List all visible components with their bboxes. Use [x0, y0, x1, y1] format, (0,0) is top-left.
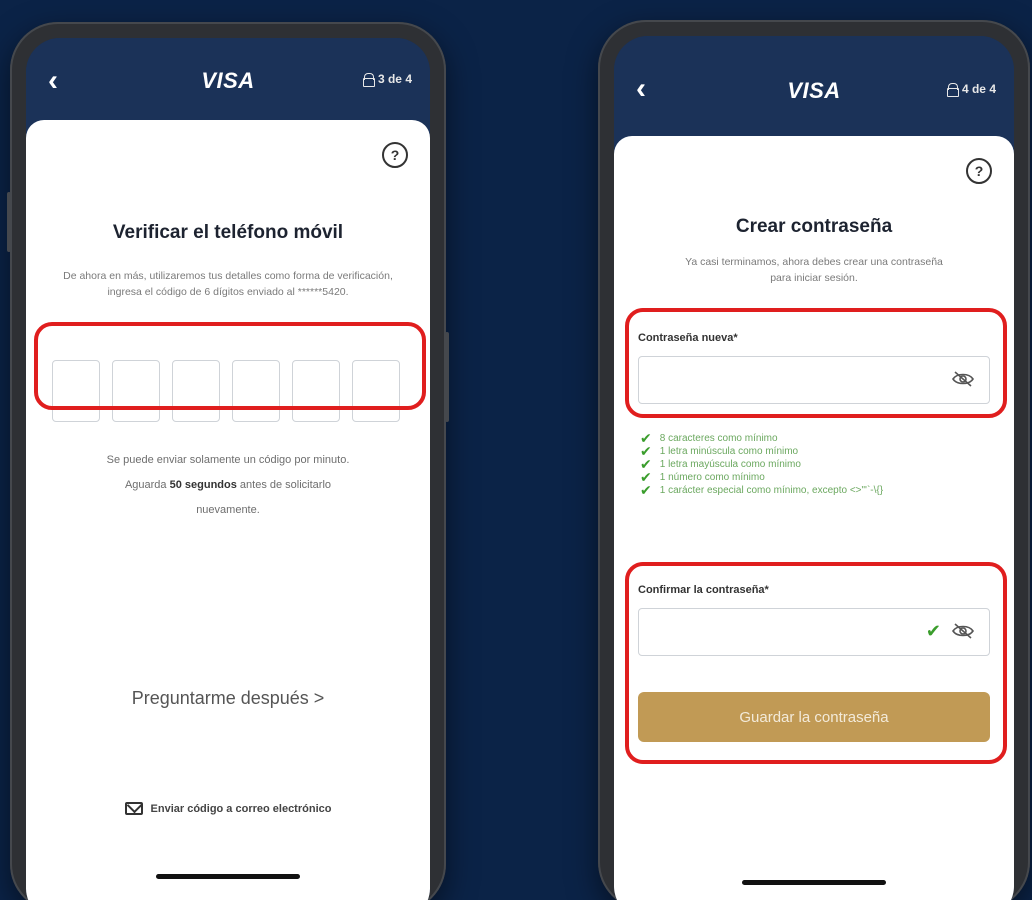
page-description: De ahora en más, utilizaremos tus detall…: [63, 270, 393, 298]
password-rule-text: 1 carácter especial como mínimo, excepto…: [659, 485, 884, 496]
home-indicator: [742, 880, 886, 885]
phone-verify-mobile: ‹ VISA 3 de 4 ? Verificar el teléfono mó…: [7, 22, 449, 900]
password-rule: ✔ 1 letra mayúscula como mínimo: [640, 457, 994, 471]
home-indicator: [156, 874, 300, 879]
password-rule: ✔ 8 caracteres como mínimo: [640, 431, 994, 445]
password-rule-text: 1 número como mínimo: [659, 472, 765, 483]
side-button: [445, 332, 449, 422]
password-rule: ✔ 1 carácter especial como mínimo, except…: [640, 482, 994, 498]
step-indicator: 3 de 4: [362, 72, 412, 87]
step-text: 3 de 4: [377, 72, 412, 86]
lock-icon: [362, 73, 375, 87]
help-icon[interactable]: ?: [966, 158, 992, 184]
password-rules-list: ✔ 8 caracteres como mínimo ✔ 1 letra minús…: [640, 431, 994, 498]
page-title: Verificar el teléfono móvil: [112, 222, 344, 243]
lock-icon: [946, 83, 959, 97]
step-indicator: 4 de 4: [946, 82, 996, 97]
send-email-code-link[interactable]: Enviar código a correo electrónico: [26, 802, 430, 815]
page-title: Crear contraseña: [735, 216, 893, 237]
content-card: ? Crear contraseña Ya casi terminamos, a…: [614, 136, 1014, 900]
highlight-new-password: [625, 308, 1007, 418]
screen: ‹ VISA 4 de 4 ? Crear contraseña Ya casi…: [614, 36, 1014, 900]
resend-note: Se puede enviar solamente un código por …: [104, 448, 352, 523]
help-icon[interactable]: ?: [382, 142, 408, 168]
password-rule-text: 1 letra mayúscula como mínimo: [659, 459, 801, 470]
ask-later-link[interactable]: Preguntarme después >: [26, 688, 430, 709]
password-rule-text: 8 caracteres como mínimo: [659, 433, 778, 444]
password-rule-text: 1 letra minúscula como mínimo: [659, 446, 799, 457]
step-text: 4 de 4: [961, 82, 996, 96]
resend-countdown: 50 segundos: [169, 479, 237, 491]
password-rule: ✔ 1 letra minúscula como mínimo: [640, 444, 994, 458]
password-rule: ✔ 1 número como mínimo: [640, 470, 994, 484]
page-description: Ya casi terminamos, ahora debes crear un…: [685, 256, 943, 284]
app-bar: ‹ VISA 4 de 4: [614, 36, 1014, 136]
side-button: [7, 192, 11, 252]
send-email-code-label: Enviar código a correo electrónico: [150, 802, 332, 815]
highlight-otp-inputs: [34, 322, 426, 410]
checkmark-icon: ✔: [640, 482, 652, 498]
mail-icon: [124, 802, 143, 815]
highlight-confirm-and-save: [625, 562, 1007, 764]
screen: ‹ VISA 3 de 4 ? Verificar el teléfono mó…: [26, 38, 430, 900]
phone-create-password: ‹ VISA 4 de 4 ? Crear contraseña Ya casi…: [598, 20, 1030, 900]
content-card: ? Verificar el teléfono móvil De ahora e…: [26, 120, 430, 900]
